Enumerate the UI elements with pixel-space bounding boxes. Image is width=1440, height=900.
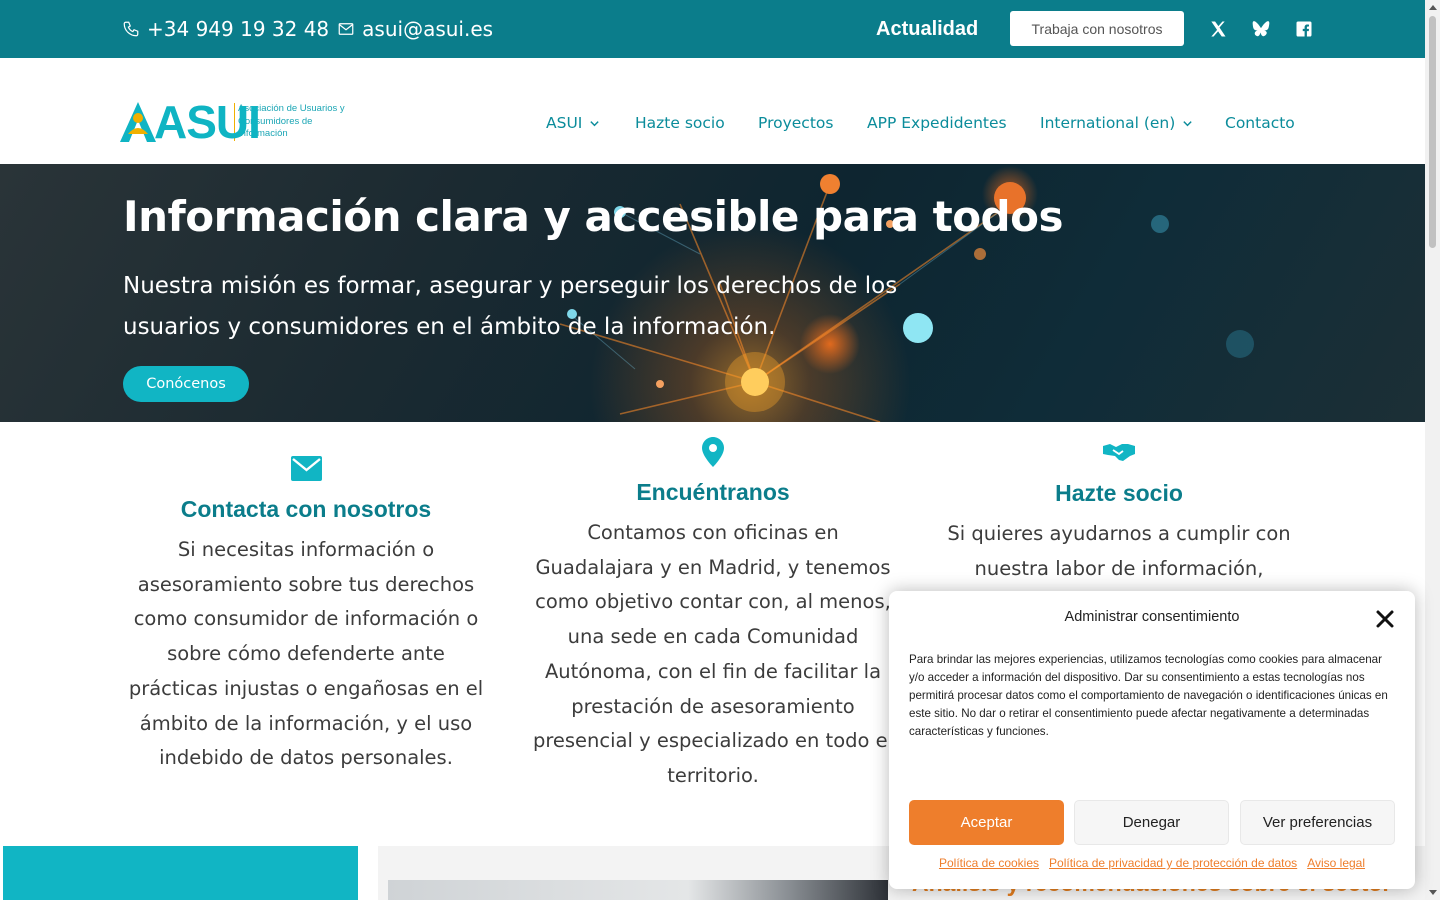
- consent-title: Administrar consentimiento: [1064, 609, 1240, 625]
- conocenos-button[interactable]: Conócenos: [123, 366, 249, 402]
- site-header: ASUI Asociación de Usuarios y Consumidor…: [0, 58, 1425, 164]
- map-pin-icon: [702, 437, 724, 467]
- consent-text: Para brindar las mejores experiencias, u…: [909, 653, 1388, 738]
- hero-title: Información clara y accesible para todos: [123, 192, 1063, 241]
- hero-subtitle: Nuestra misión es formar, asegurar y per…: [123, 273, 898, 340]
- nav-label: Contacto: [1225, 114, 1295, 132]
- logo-figure-icon: [120, 102, 156, 142]
- feature-title: Hazte socio: [1055, 480, 1183, 506]
- cookie-consent-dialog: Administrar consentimiento Para brindar …: [889, 591, 1415, 889]
- feature-contact: Contacta con nosotros Si necesitas infor…: [120, 456, 492, 776]
- phone-link[interactable]: +34 949 19 32 48: [147, 17, 329, 41]
- cookie-policy-link[interactable]: Política de cookies: [939, 856, 1039, 870]
- news-link[interactable]: Actualidad: [876, 18, 978, 41]
- scroll-down-arrow-icon[interactable]: [1429, 890, 1437, 895]
- email-link[interactable]: asui@asui.es: [362, 17, 493, 41]
- logo-mark: ASUI: [118, 99, 261, 145]
- nav-item-international[interactable]: International (en): [1040, 114, 1193, 132]
- nav-label: ASUI: [546, 114, 583, 132]
- teal-panel: [3, 846, 358, 900]
- legal-notice-link[interactable]: Aviso legal: [1307, 856, 1365, 870]
- chevron-down-icon: [1183, 120, 1192, 126]
- nav-item-app-expedientes[interactable]: APP Expedidentes: [867, 114, 1007, 132]
- preferences-button[interactable]: Ver preferencias: [1240, 800, 1395, 845]
- scrollbar-thumb[interactable]: [1429, 16, 1436, 248]
- nav-item-contacto[interactable]: Contacto: [1225, 114, 1295, 132]
- deny-button[interactable]: Denegar: [1074, 800, 1229, 845]
- site-logo[interactable]: ASUI Asociación de Usuarios y Consumidor…: [118, 99, 352, 145]
- feature-text: Si necesitas información o asesoramiento…: [128, 538, 484, 770]
- nav-item-asui[interactable]: ASUI: [546, 114, 600, 132]
- nav-label: APP Expedidentes: [867, 114, 1007, 132]
- logo-text: ASUI: [154, 96, 261, 148]
- email-wrap: asui@asui.es: [337, 17, 493, 41]
- nav-item-hazte-socio[interactable]: Hazte socio: [635, 114, 725, 132]
- feature-title: Contacta con nosotros: [180, 496, 432, 522]
- envelope-icon: [290, 456, 322, 481]
- contact-info: +34 949 19 32 48 asui@asui.es: [122, 17, 493, 41]
- chevron-down-icon: [590, 120, 600, 126]
- top-bar: +34 949 19 32 48 asui@asui.es Actualidad…: [0, 0, 1425, 58]
- feature-location: Encuéntranos Contamos con oficinas en Gu…: [527, 437, 899, 794]
- page-scrollbar[interactable]: [1425, 0, 1440, 900]
- nav-item-proyectos[interactable]: Proyectos: [758, 114, 833, 132]
- close-icon[interactable]: [1375, 609, 1395, 629]
- article-image: [388, 880, 888, 900]
- privacy-policy-link[interactable]: Política de privacidad y de protección d…: [1049, 856, 1297, 870]
- feature-text: Si quieres ayudarnos a cumplir con nuest…: [947, 522, 1291, 580]
- nav-label: Hazte socio: [635, 114, 725, 132]
- feature-membership: Hazte socio Si quieres ayudarnos a cumpl…: [933, 442, 1305, 586]
- handshake-icon: [1103, 444, 1135, 461]
- nav-label: Proyectos: [758, 114, 834, 132]
- accept-button[interactable]: Aceptar: [909, 800, 1064, 845]
- bluesky-icon[interactable]: [1251, 19, 1271, 39]
- feature-text: Contamos con oficinas en Guadalajara y e…: [532, 521, 894, 787]
- x-icon[interactable]: [1208, 19, 1228, 39]
- hero-banner: Información clara y accesible para todos…: [0, 164, 1425, 422]
- nav-label: International (en): [1040, 114, 1176, 132]
- jobs-button[interactable]: Trabaja con nosotros: [1010, 11, 1184, 46]
- feature-title: Encuéntranos: [636, 479, 790, 505]
- phone-icon: [123, 21, 139, 37]
- scroll-up-arrow-icon[interactable]: [1429, 5, 1437, 10]
- consent-links: Política de cookies Política de privacid…: [889, 856, 1415, 870]
- envelope-small-icon: [338, 23, 354, 35]
- facebook-icon[interactable]: [1294, 19, 1314, 39]
